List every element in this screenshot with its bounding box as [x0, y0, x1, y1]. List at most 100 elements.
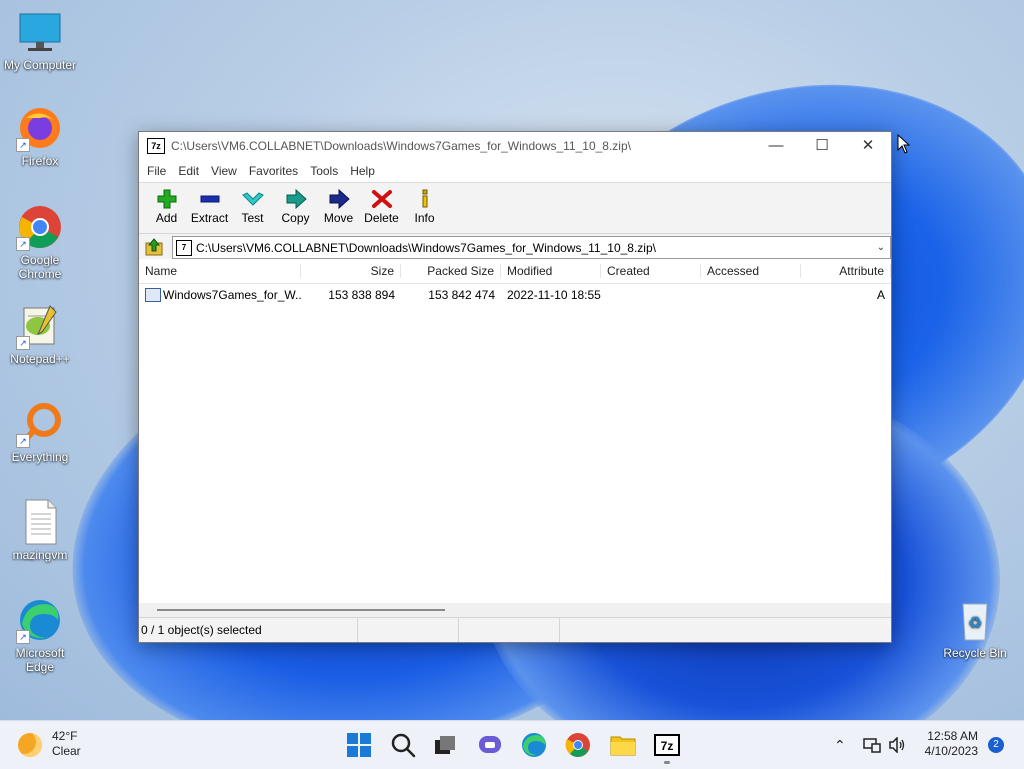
- menu-favorites[interactable]: Favorites: [243, 164, 304, 178]
- edge-icon: [522, 733, 546, 757]
- maximize-button[interactable]: ☐: [799, 132, 845, 160]
- info-icon: [422, 189, 427, 208]
- desktop-icon-everything[interactable]: ↗ Everything: [0, 400, 80, 464]
- info-button[interactable]: Info: [403, 183, 446, 225]
- clock[interactable]: 12:58 AM 4/10/2023: [920, 729, 978, 759]
- notepadpp-icon: ↗: [16, 302, 64, 350]
- folder-up-icon: [145, 237, 163, 255]
- 7zip-taskbar-button[interactable]: 7z: [653, 731, 681, 764]
- search-button[interactable]: [389, 731, 417, 759]
- move-button[interactable]: Move: [317, 183, 360, 225]
- desktop: My Computer ↗ Firefox ↗ Google Chrome ↗ …: [0, 0, 1024, 720]
- everything-search-icon: ↗: [16, 400, 64, 448]
- cell-packed-size: 153 842 474: [428, 288, 495, 302]
- desktop-icon-notepadpp[interactable]: ↗ Notepad++: [0, 302, 80, 366]
- status-segment: [459, 618, 560, 642]
- chrome-taskbar-button[interactable]: [564, 731, 592, 759]
- copy-button[interactable]: Copy: [274, 183, 317, 225]
- firefox-icon: ↗: [16, 104, 64, 152]
- desktop-icon-label: Firefox: [21, 154, 59, 168]
- desktop-icon-recycle-bin[interactable]: ♻ Recycle Bin: [935, 596, 1015, 660]
- extract-button[interactable]: Extract: [188, 183, 231, 225]
- task-view-icon: [435, 736, 455, 754]
- column-name[interactable]: Name: [139, 264, 301, 278]
- teams-chat-button[interactable]: [476, 731, 504, 759]
- column-attribute[interactable]: Attribute: [801, 264, 891, 278]
- column-accessed[interactable]: Accessed: [701, 264, 801, 278]
- 7zip-app-icon: 7z: [147, 138, 165, 154]
- edge-taskbar-button[interactable]: [520, 731, 548, 759]
- close-button[interactable]: ✕: [845, 132, 891, 160]
- add-label: Add: [155, 211, 178, 225]
- running-indicator: [664, 761, 670, 764]
- menu-bar: File Edit View Favorites Tools Help: [139, 160, 891, 183]
- desktop-icon-label: Recycle Bin: [943, 646, 1007, 660]
- weather-temperature: 42°F: [52, 729, 78, 743]
- desktop-icon-label: Google Chrome: [18, 253, 62, 281]
- task-view-button[interactable]: [431, 731, 459, 759]
- clock-time: 12:58 AM: [927, 729, 978, 743]
- cell-name: Windows7Games_for_W...: [139, 288, 301, 303]
- desktop-icon-mazingvm[interactable]: mazingvm: [0, 498, 80, 562]
- mouse-cursor-icon: [897, 134, 911, 154]
- test-label: Test: [241, 211, 264, 225]
- start-button[interactable]: [345, 731, 373, 759]
- status-text: 0 / 1 object(s) selected: [139, 618, 358, 642]
- column-size[interactable]: Size: [301, 264, 401, 278]
- 7zip-window: 7z C:\Users\VM6.COLLABNET\Downloads\Wind…: [138, 131, 892, 643]
- desktop-icon-label: mazingvm: [12, 548, 68, 562]
- cell-size: 153 838 894: [328, 288, 395, 302]
- clock-date: 4/10/2023: [924, 744, 978, 758]
- test-button[interactable]: Test: [231, 183, 274, 225]
- desktop-icon-firefox[interactable]: ↗ Firefox: [0, 104, 80, 168]
- up-folder-button[interactable]: [143, 236, 165, 258]
- shortcut-arrow-icon: ↗: [16, 237, 30, 251]
- desktop-icon-label: Microsoft Edge: [15, 646, 65, 674]
- status-segment: [358, 618, 459, 642]
- extract-label: Extract: [190, 211, 229, 225]
- zip-archive-icon: 7: [176, 239, 192, 256]
- scrollbar-thumb[interactable]: [157, 609, 445, 611]
- chevron-up-icon[interactable]: ⌃: [834, 737, 846, 754]
- file-name: Windows7Games_for_W...: [163, 287, 301, 302]
- desktop-icon-chrome[interactable]: ↗ Google Chrome: [0, 203, 80, 281]
- menu-tools[interactable]: Tools: [304, 164, 344, 178]
- desktop-icon-label: Notepad++: [10, 352, 70, 366]
- add-button[interactable]: Add: [145, 183, 188, 225]
- horizontal-scrollbar[interactable]: [139, 603, 891, 617]
- minus-icon: [200, 195, 219, 203]
- title-bar[interactable]: 7z C:\Users\VM6.COLLABNET\Downloads\Wind…: [139, 132, 891, 160]
- desktop-icon-my-computer[interactable]: My Computer: [0, 8, 80, 72]
- menu-edit[interactable]: Edit: [172, 164, 205, 178]
- monitor-icon: [16, 8, 64, 56]
- copy-label: Copy: [281, 211, 310, 225]
- cell-modified: 2022-11-10 18:55: [507, 288, 601, 302]
- folder-icon: [610, 736, 636, 756]
- menu-view[interactable]: View: [205, 164, 243, 178]
- shortcut-arrow-icon: ↗: [16, 336, 30, 350]
- column-created[interactable]: Created: [601, 264, 701, 278]
- column-header: Name Size Packed Size Modified Created A…: [139, 259, 891, 284]
- desktop-icon-edge[interactable]: ↗ Microsoft Edge: [0, 596, 80, 674]
- menu-help[interactable]: Help: [344, 164, 381, 178]
- address-input[interactable]: 7 C:\Users\VM6.COLLABNET\Downloads\Windo…: [172, 236, 891, 259]
- delete-button[interactable]: Delete: [360, 183, 403, 225]
- file-explorer-button[interactable]: [609, 731, 637, 759]
- network-icon[interactable]: [863, 737, 881, 756]
- shortcut-arrow-icon: ↗: [16, 138, 30, 152]
- weather-widget[interactable]: 42°F Clear: [18, 729, 81, 759]
- toolbar: Add Extract Test Copy Move Delete Info: [139, 183, 891, 234]
- column-modified[interactable]: Modified: [501, 264, 601, 278]
- column-packed-size[interactable]: Packed Size: [401, 264, 501, 278]
- address-bar: 7 C:\Users\VM6.COLLABNET\Downloads\Windo…: [139, 234, 891, 260]
- notification-badge[interactable]: 2: [988, 737, 1004, 753]
- address-path: C:\Users\VM6.COLLABNET\Downloads\Windows…: [196, 240, 656, 255]
- table-row[interactable]: Windows7Games_for_W... 153 838 894 153 8…: [139, 284, 891, 306]
- copy-arrow-icon: [286, 189, 307, 209]
- minimize-button[interactable]: —: [753, 132, 799, 160]
- cell-attribute: A: [876, 288, 885, 302]
- volume-icon[interactable]: [888, 736, 906, 756]
- chevron-down-icon[interactable]: ⌄: [872, 242, 890, 253]
- menu-file[interactable]: File: [141, 164, 172, 178]
- plus-icon: [157, 189, 176, 209]
